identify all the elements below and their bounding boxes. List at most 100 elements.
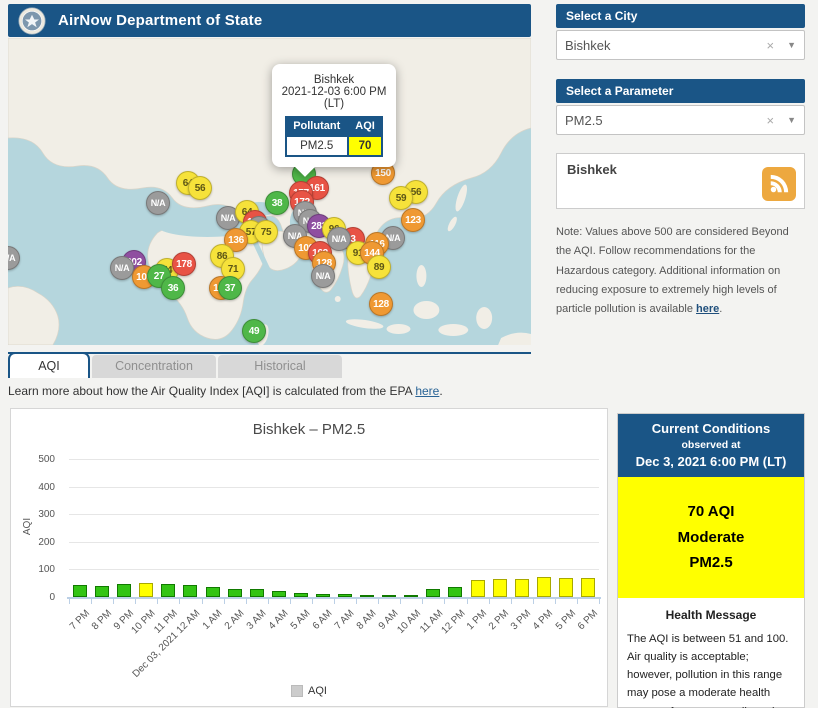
y-axis-label: AQI [22, 517, 34, 536]
x-tick [488, 599, 490, 604]
epa-here-link[interactable]: here [415, 384, 439, 398]
bar-8-am[interactable] [360, 594, 375, 597]
sidebar: Select a City Bishkek × ▼ Select a Param… [556, 4, 805, 319]
x-tick [201, 599, 203, 604]
rss-button[interactable] [762, 167, 796, 201]
x-tick [444, 599, 446, 604]
map-marker[interactable]: 89 [367, 255, 391, 279]
x-tick-label: 7 AM [332, 608, 357, 632]
parameter-caret-icon[interactable]: ▼ [781, 115, 796, 125]
parameter-clear-icon[interactable]: × [759, 113, 781, 128]
map-marker-na[interactable]: N/A [146, 191, 170, 215]
bar-5-am[interactable] [293, 592, 308, 597]
map-marker[interactable]: 128 [369, 292, 393, 316]
y-tick-label: 500 [38, 454, 55, 465]
x-tick [334, 599, 335, 604]
chart-title: Bishkek – PM2.5 [252, 421, 366, 438]
bar-9-am[interactable] [382, 595, 397, 597]
legend-label: AQI [308, 685, 327, 697]
x-tick [245, 599, 247, 604]
popup-datetime: 2021-12-03 6:00 PM [281, 86, 387, 98]
bar-7-pm[interactable] [73, 585, 88, 597]
city-select[interactable]: Bishkek × ▼ [556, 30, 805, 60]
map-marker[interactable]: 123 [401, 208, 425, 232]
bar-2-am[interactable] [227, 588, 242, 597]
map-marker[interactable]: 49 [242, 319, 266, 343]
map-marker[interactable]: 59 [389, 186, 413, 210]
parameter-select-value: PM2.5 [565, 112, 603, 128]
x-tick-label: 10 AM [395, 608, 424, 636]
bar-4-pm[interactable] [536, 576, 551, 597]
x-tick [599, 599, 600, 604]
current-aqi-box: 70 AQI Moderate PM2.5 [618, 477, 804, 598]
x-tick [466, 599, 468, 604]
x-tick-label: 1 PM [465, 608, 490, 633]
current-aqi-value: 70 AQI [687, 503, 735, 520]
bar-8-pm[interactable] [95, 585, 110, 597]
page-title: AirNow Department of State [58, 12, 263, 29]
observed-at-label: observed at [681, 439, 741, 451]
map-marker-na[interactable]: N/A [110, 256, 134, 280]
bar-dec-03-2021-12-am[interactable] [183, 584, 198, 597]
tab-historical[interactable]: Historical [218, 355, 342, 378]
note-here-link[interactable]: here [696, 303, 719, 315]
map-marker[interactable]: 75 [254, 220, 278, 244]
x-tick [289, 599, 291, 604]
x-tick-label: 10 PM [129, 608, 159, 637]
popup-timezone: (LT) [323, 98, 345, 110]
bar-6-am[interactable] [315, 594, 330, 597]
x-tick-label: 4 AM [266, 608, 291, 632]
tab-concentration[interactable]: Concentration [92, 355, 216, 378]
x-tick [356, 599, 358, 604]
map-marker[interactable]: 56 [188, 176, 212, 200]
bar-1-am[interactable] [205, 586, 220, 597]
map-marker[interactable]: 178 [172, 252, 196, 276]
x-tick [554, 599, 556, 604]
note-period: . [719, 303, 723, 315]
parameter-select[interactable]: PM2.5 × ▼ [556, 105, 805, 135]
bar-1-pm[interactable] [470, 579, 485, 597]
x-tick [135, 599, 137, 604]
popup-col-aqi: AQI [347, 116, 383, 137]
x-tick-label: 1 AM [200, 608, 225, 632]
city-caret-icon[interactable]: ▼ [781, 40, 796, 50]
bar-3-pm[interactable] [514, 578, 529, 597]
city-clear-icon[interactable]: × [759, 38, 781, 53]
x-tick [69, 599, 70, 604]
x-tick [267, 599, 269, 604]
bar-4-am[interactable] [271, 591, 286, 597]
y-tick-label: 300 [38, 509, 55, 521]
tab-aqi[interactable]: AQI [8, 352, 90, 378]
x-tick-label: 4 PM [531, 608, 556, 633]
state-department-seal-icon [18, 6, 46, 35]
x-tick-label: 12 PM [439, 608, 468, 637]
bar-11-am[interactable] [426, 589, 441, 597]
map-marker[interactable]: 38 [265, 191, 289, 215]
chart-legend[interactable]: AQI [11, 685, 607, 697]
gridline [69, 486, 599, 488]
bar-3-am[interactable] [249, 589, 264, 597]
y-tick-label: 200 [38, 536, 55, 548]
world-map[interactable]: 6456N/AN/A64167N/A5775381611771721505659… [8, 38, 531, 345]
map-marker-na[interactable]: N/A [311, 264, 335, 288]
bar-2-pm[interactable] [492, 579, 507, 597]
x-tick-label: 6 PM [575, 608, 600, 633]
popup-pollutant-value: PM2.5 [284, 135, 349, 157]
x-tick [532, 599, 534, 604]
bar-10-pm[interactable] [139, 582, 154, 597]
bar-10-am[interactable] [404, 595, 419, 597]
bar-6-pm[interactable] [580, 577, 595, 597]
current-conditions-title: Current Conditions [651, 421, 771, 436]
x-tick [113, 599, 115, 604]
bar-12-pm[interactable] [448, 587, 463, 597]
bar-11-pm[interactable] [161, 583, 176, 597]
bar-7-am[interactable] [338, 593, 353, 597]
bar-9-pm[interactable] [117, 583, 132, 597]
map-marker[interactable]: 37 [218, 276, 242, 300]
popup-city: Bishkek [313, 74, 355, 86]
bar-5-pm[interactable] [558, 577, 573, 597]
x-tick [576, 599, 578, 604]
map-marker[interactable]: 36 [161, 276, 185, 300]
x-tick-label: 2 AM [222, 608, 247, 632]
x-tick [311, 599, 313, 604]
